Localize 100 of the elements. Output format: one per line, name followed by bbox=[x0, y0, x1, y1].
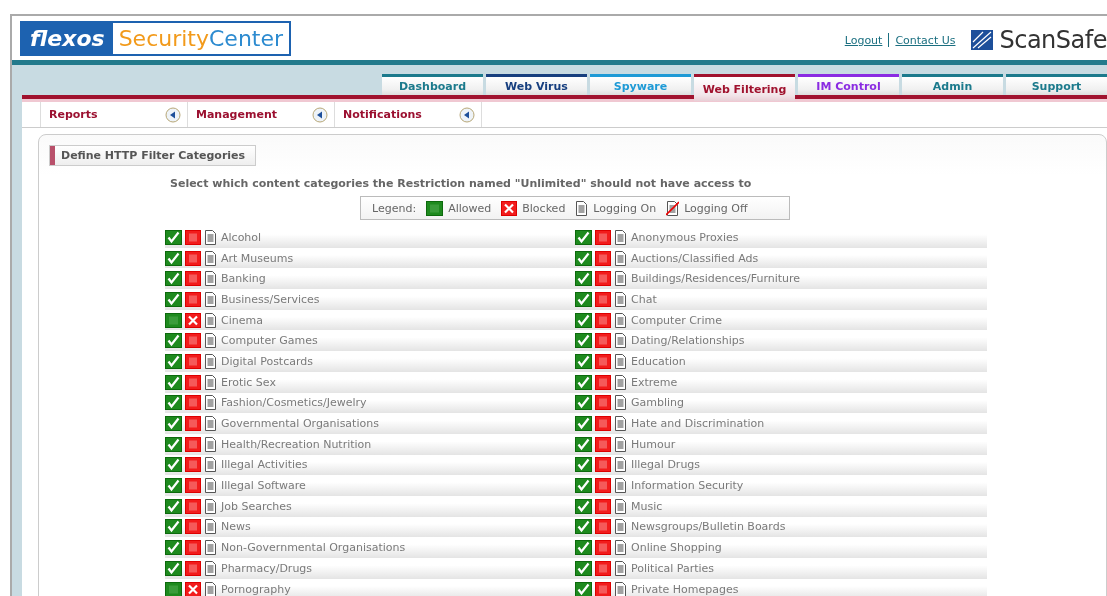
allowed-toggle[interactable] bbox=[165, 271, 182, 287]
blocked-toggle[interactable] bbox=[185, 560, 201, 576]
blocked-toggle[interactable] bbox=[185, 353, 201, 369]
allowed-toggle[interactable] bbox=[165, 312, 182, 328]
blocked-toggle[interactable] bbox=[595, 395, 611, 411]
allowed-toggle[interactable] bbox=[165, 540, 182, 556]
category-name: Information Security bbox=[631, 479, 744, 493]
blocked-toggle[interactable] bbox=[595, 271, 611, 287]
nav-tab[interactable]: Web Filtering bbox=[694, 74, 795, 101]
category-name: Digital Postcards bbox=[221, 354, 314, 368]
allowed-legend-icon[interactable] bbox=[426, 200, 444, 216]
blocked-legend-icon[interactable] bbox=[501, 200, 518, 216]
legend-text: Logging On bbox=[593, 201, 657, 215]
blocked-toggle[interactable] bbox=[185, 250, 201, 266]
allowed-toggle[interactable] bbox=[165, 395, 182, 411]
allowed-toggle[interactable] bbox=[575, 312, 592, 328]
nav-tab[interactable]: Web Virus bbox=[486, 74, 587, 95]
blocked-toggle[interactable] bbox=[185, 271, 201, 287]
logging-icon bbox=[204, 478, 217, 494]
blocked-toggle[interactable] bbox=[185, 416, 201, 432]
blocked-toggle[interactable] bbox=[185, 498, 201, 514]
blocked-toggle[interactable] bbox=[185, 395, 201, 411]
allowed-toggle[interactable] bbox=[575, 229, 592, 245]
allowed-toggle[interactable] bbox=[575, 498, 592, 514]
blocked-toggle[interactable] bbox=[595, 229, 611, 245]
allowed-toggle[interactable] bbox=[575, 560, 592, 576]
blocked-toggle[interactable] bbox=[595, 540, 611, 556]
allowed-toggle[interactable] bbox=[165, 333, 182, 349]
allowed-toggle[interactable] bbox=[575, 457, 592, 473]
blocked-toggle[interactable] bbox=[185, 457, 201, 473]
allowed-toggle[interactable] bbox=[165, 498, 182, 514]
category-name: Private Homepages bbox=[631, 582, 739, 596]
blocked-toggle[interactable] bbox=[185, 312, 201, 328]
allowed-toggle[interactable] bbox=[575, 581, 592, 596]
category-name: Illegal Activities bbox=[221, 458, 308, 472]
header-link[interactable]: Logout bbox=[844, 33, 883, 47]
blocked-toggle[interactable] bbox=[185, 229, 201, 245]
blocked-toggle[interactable] bbox=[185, 581, 201, 596]
partner-name: ScanSafe bbox=[999, 26, 1107, 54]
logging-icon bbox=[204, 271, 217, 287]
allowed-toggle[interactable] bbox=[165, 250, 182, 266]
allowed-toggle[interactable] bbox=[165, 457, 182, 473]
subnav-link[interactable]: Notifications bbox=[343, 108, 422, 121]
blocked-toggle[interactable] bbox=[185, 291, 201, 307]
blocked-toggle[interactable] bbox=[595, 312, 611, 328]
blocked-toggle[interactable] bbox=[595, 333, 611, 349]
header-link[interactable]: Contact Us bbox=[895, 33, 956, 47]
allowed-toggle[interactable] bbox=[575, 271, 592, 287]
blocked-toggle[interactable] bbox=[185, 540, 201, 556]
blocked-toggle[interactable] bbox=[595, 519, 611, 535]
subnav-link[interactable]: Reports bbox=[49, 108, 98, 121]
blocked-toggle[interactable] bbox=[595, 478, 611, 494]
blocked-toggle[interactable] bbox=[185, 333, 201, 349]
category-name: News bbox=[221, 520, 251, 534]
allowed-toggle[interactable] bbox=[575, 333, 592, 349]
nav-tab[interactable]: Dashboard bbox=[382, 74, 483, 95]
nav-tab[interactable]: Support bbox=[1006, 74, 1107, 95]
blocked-toggle[interactable] bbox=[185, 478, 201, 494]
blocked-toggle[interactable] bbox=[595, 374, 611, 390]
blocked-toggle[interactable] bbox=[185, 519, 201, 535]
category-name: Erotic Sex bbox=[221, 375, 276, 389]
allowed-toggle[interactable] bbox=[165, 229, 182, 245]
allowed-toggle[interactable] bbox=[165, 374, 182, 390]
subnav-link[interactable]: Management bbox=[196, 108, 277, 121]
blocked-toggle[interactable] bbox=[595, 457, 611, 473]
allowed-toggle[interactable] bbox=[575, 353, 592, 369]
nav-tab[interactable]: Admin bbox=[902, 74, 1003, 95]
allowed-toggle[interactable] bbox=[165, 478, 182, 494]
allowed-toggle[interactable] bbox=[165, 581, 182, 596]
blocked-toggle[interactable] bbox=[185, 374, 201, 390]
allowed-toggle[interactable] bbox=[575, 291, 592, 307]
allowed-toggle[interactable] bbox=[575, 436, 592, 452]
allowed-toggle[interactable] bbox=[575, 478, 592, 494]
allowed-toggle[interactable] bbox=[575, 416, 592, 432]
blocked-toggle[interactable] bbox=[595, 498, 611, 514]
category-name: Humour bbox=[631, 437, 676, 451]
blocked-toggle[interactable] bbox=[595, 560, 611, 576]
allowed-toggle[interactable] bbox=[165, 353, 182, 369]
blocked-toggle[interactable] bbox=[595, 250, 611, 266]
allowed-toggle[interactable] bbox=[575, 250, 592, 266]
allowed-toggle[interactable] bbox=[165, 519, 182, 535]
nav-tab[interactable]: IM Control bbox=[798, 74, 899, 95]
blocked-toggle[interactable] bbox=[185, 436, 201, 452]
blocked-toggle[interactable] bbox=[595, 581, 611, 596]
blocked-toggle[interactable] bbox=[595, 291, 611, 307]
allowed-toggle[interactable] bbox=[575, 540, 592, 556]
allowed-toggle[interactable] bbox=[575, 374, 592, 390]
allowed-toggle[interactable] bbox=[165, 416, 182, 432]
blocked-toggle[interactable] bbox=[595, 353, 611, 369]
legend-text: Blocked bbox=[522, 201, 566, 215]
logging-icon bbox=[614, 271, 627, 287]
blocked-toggle[interactable] bbox=[595, 436, 611, 452]
category-name: Gambling bbox=[631, 396, 685, 410]
blocked-toggle[interactable] bbox=[595, 416, 611, 432]
allowed-toggle[interactable] bbox=[575, 395, 592, 411]
allowed-toggle[interactable] bbox=[165, 436, 182, 452]
allowed-toggle[interactable] bbox=[165, 291, 182, 307]
logging-icon bbox=[204, 312, 217, 328]
allowed-toggle[interactable] bbox=[165, 560, 182, 576]
allowed-toggle[interactable] bbox=[575, 519, 592, 535]
